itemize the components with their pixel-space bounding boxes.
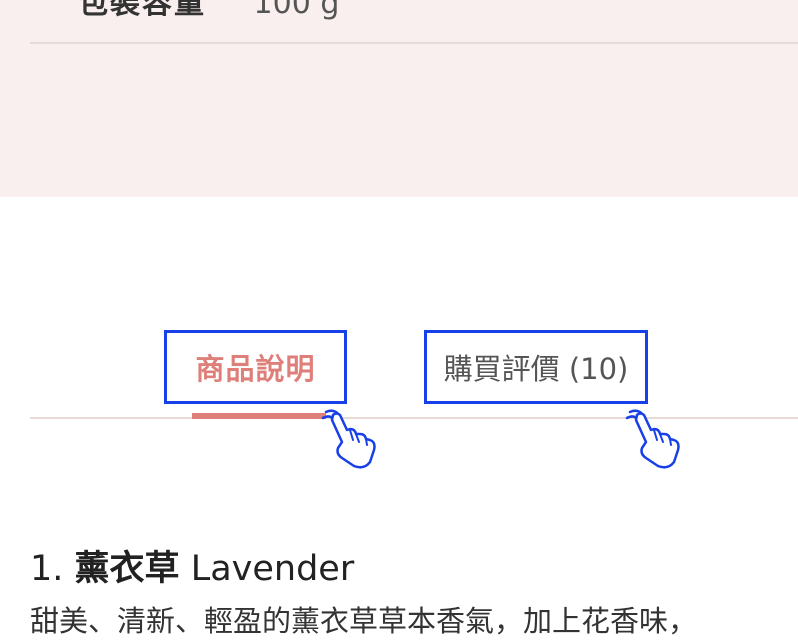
active-tab-indicator [192, 413, 326, 419]
section-number: 1. [30, 549, 64, 589]
tab-product-description[interactable]: 商品說明 [164, 330, 347, 404]
section-title-en: Lavender [190, 549, 355, 589]
tab-label: 購買評價 (10) [443, 352, 629, 386]
tab-reviews[interactable]: 購買評價 (10) [424, 330, 648, 404]
tabs-divider [30, 417, 798, 419]
section-title-zh: 薰衣草 [74, 549, 180, 589]
hand-pointer-icon [321, 409, 376, 469]
tab-label: 商品說明 [195, 352, 316, 386]
spec-panel: 包裝容量 100 g [0, 0, 798, 197]
spec-value: 100 g [253, 0, 340, 21]
spec-label: 包裝容量 [78, 0, 206, 21]
section-heading: 1. 薰衣草 Lavender [30, 540, 354, 591]
spec-divider [30, 42, 798, 44]
spec-row: 包裝容量 100 g [78, 0, 339, 22]
hand-pointer-icon [625, 409, 680, 469]
description-text: 甜美、清新、輕盈的薰衣草草本香氣，加上花香味， [30, 604, 698, 638]
